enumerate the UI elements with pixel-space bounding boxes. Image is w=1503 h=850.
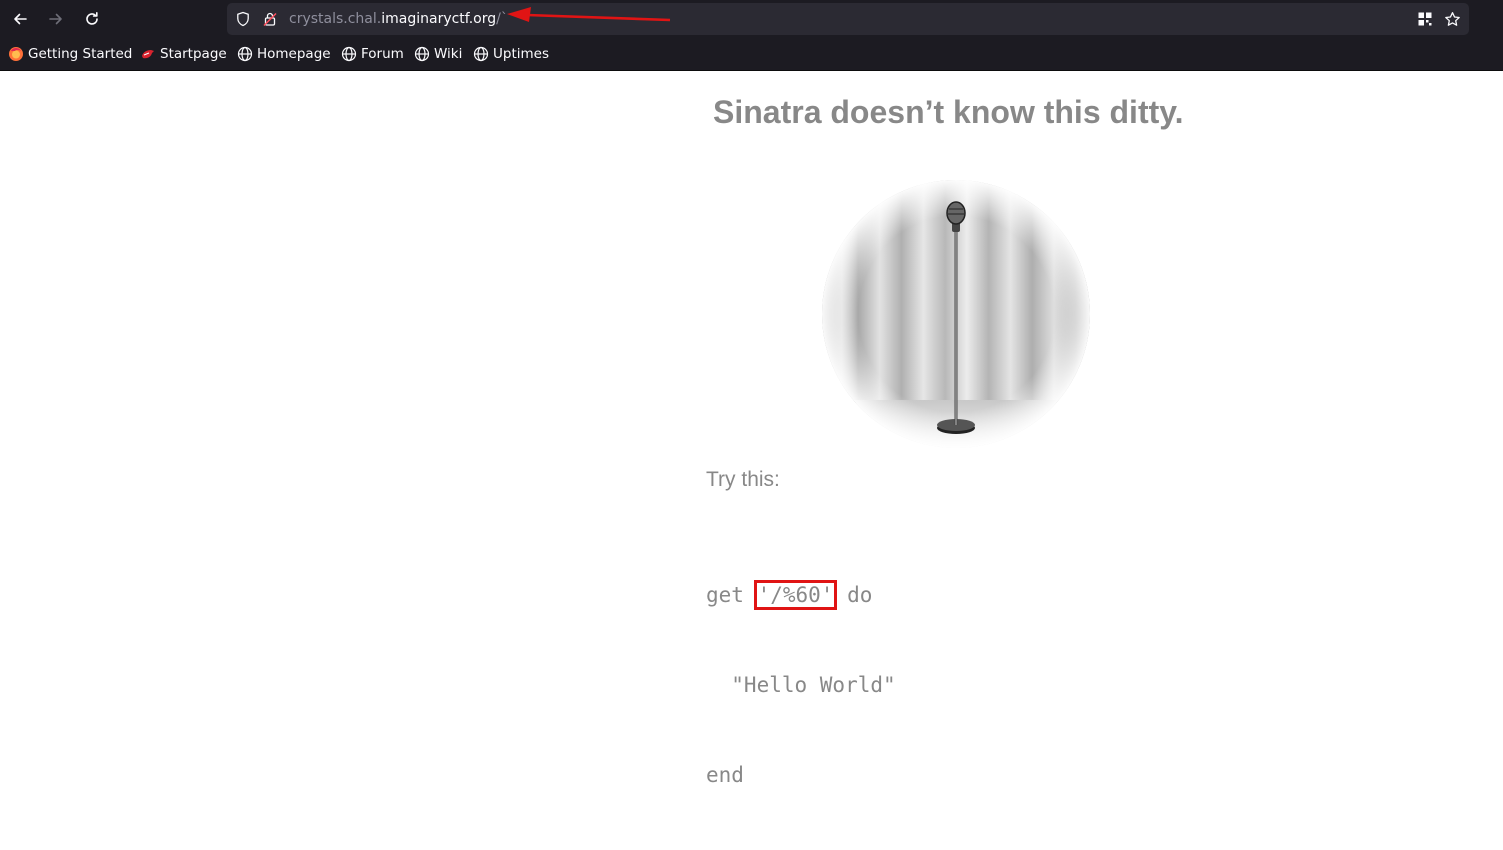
url-path: /` xyxy=(496,11,508,27)
code-do-keyword: do xyxy=(834,583,873,607)
forward-arrow-icon xyxy=(48,11,64,27)
bookmark-getting-started[interactable]: Getting Started xyxy=(8,44,132,64)
bookmark-star-icon[interactable] xyxy=(1443,10,1461,28)
bookmark-homepage[interactable]: Homepage xyxy=(237,44,331,64)
page-title: Sinatra doesn’t know this ditty. xyxy=(713,94,1184,130)
insecure-lock-icon[interactable] xyxy=(262,11,278,27)
code-snippet: get '/%60' do "Hello World" end xyxy=(706,520,896,850)
route-highlight: '/%60' xyxy=(753,580,838,610)
globe-icon xyxy=(473,46,489,62)
bookmarks-toolbar: Getting Started Startpage Homepage Forum… xyxy=(0,42,1503,66)
bookmark-label: Startpage xyxy=(160,46,227,62)
globe-icon xyxy=(237,46,253,62)
url-host-prefix: crystals.chal. xyxy=(289,11,382,27)
code-line-3: end xyxy=(706,763,744,787)
back-arrow-icon xyxy=(12,11,28,27)
reload-button[interactable] xyxy=(79,6,105,32)
startpage-icon xyxy=(140,46,156,62)
forward-button[interactable] xyxy=(43,6,69,32)
page-content: Sinatra doesn’t know this ditty. Try thi… xyxy=(0,71,1503,787)
extensions-grid-icon[interactable] xyxy=(1416,10,1434,28)
bookmark-label: Uptimes xyxy=(493,46,549,62)
bookmark-label: Getting Started xyxy=(28,46,133,62)
globe-icon xyxy=(341,46,357,62)
bookmark-forum[interactable]: Forum xyxy=(341,44,404,64)
bookmark-label: Wiki xyxy=(434,46,463,62)
bookmark-label: Homepage xyxy=(257,46,331,62)
try-this-label: Try this: xyxy=(706,468,780,491)
url-host-domain: imaginaryctf.org xyxy=(381,11,497,27)
bookmark-uptimes[interactable]: Uptimes xyxy=(473,44,549,64)
url-text[interactable]: crystals.chal.imaginaryctf.org/` xyxy=(289,10,508,28)
tracking-protection-shield-icon[interactable] xyxy=(235,11,251,27)
bookmark-startpage[interactable]: Startpage xyxy=(140,44,227,64)
back-button[interactable] xyxy=(7,6,33,32)
reload-icon xyxy=(84,11,100,27)
url-bar[interactable]: crystals.chal.imaginaryctf.org/` xyxy=(227,3,1469,35)
bookmark-label: Forum xyxy=(361,46,404,62)
firefox-icon xyxy=(8,46,24,62)
code-line-1: get '/%60' do xyxy=(706,580,896,610)
code-line-2: "Hello World" xyxy=(706,673,896,697)
browser-toolbar: crystals.chal.imaginaryctf.org/` Getting… xyxy=(0,0,1503,71)
code-get-keyword: get xyxy=(706,583,757,607)
microphone-stage-image xyxy=(822,180,1090,448)
globe-icon xyxy=(414,46,430,62)
bookmark-wiki[interactable]: Wiki xyxy=(414,44,462,64)
